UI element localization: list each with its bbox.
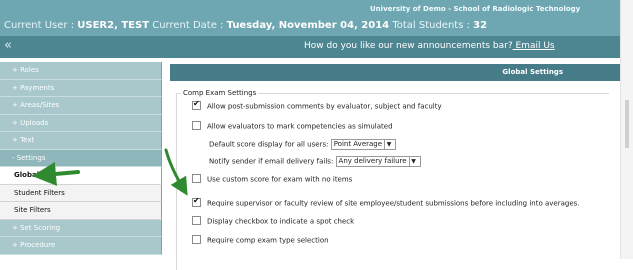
group-legend: Comp Exam Settings xyxy=(183,89,257,97)
sidebar-item-student-filters[interactable]: Student Filters xyxy=(0,184,162,202)
sidebar-item-procedure[interactable]: + Procedure xyxy=(0,237,162,255)
current-date-value: Tuesday, November 04, 2014 xyxy=(226,20,390,31)
email-us-link[interactable]: Email Us xyxy=(513,41,554,51)
default-score-value: Point Average xyxy=(333,140,383,148)
allow-simulated-checkbox[interactable] xyxy=(192,121,201,130)
default-score-select[interactable]: Point Average ▼ xyxy=(330,139,397,150)
chevron-down-icon: ▼ xyxy=(408,157,418,166)
global-settings-panel: Global Settings Comp Exam Settings Allow… xyxy=(170,64,620,270)
current-date-label: Current Date : xyxy=(149,20,227,31)
option-allow-simulated: Allow evaluators to mark competencies as… xyxy=(192,121,393,131)
default-score-label: Default score display for all users: xyxy=(209,140,329,149)
allow-post-submission-label: Allow post-submission comments by evalua… xyxy=(207,102,442,111)
school-name: University of Demo - School of Radiologi… xyxy=(370,5,581,13)
current-user-label: Current User : xyxy=(4,20,78,31)
announcement-text: How do you like our new announcements ba… xyxy=(304,41,555,51)
sidebar-item-global[interactable]: Global xyxy=(0,167,162,185)
spot-check-checkbox[interactable] xyxy=(192,216,201,225)
sidebar-item-payments[interactable]: + Payments xyxy=(0,79,162,97)
allow-post-submission-checkbox[interactable] xyxy=(192,99,201,110)
allow-simulated-label: Allow evaluators to mark competencies as… xyxy=(207,122,393,131)
require-review-label: Require supervisor or faculty review of … xyxy=(207,199,580,208)
option-require-review: Require supervisor or faculty review of … xyxy=(192,196,580,208)
collapse-chevron-icon[interactable]: « xyxy=(4,38,12,53)
notify-select[interactable]: Any delivery failure ▼ xyxy=(335,156,421,167)
sidebar-item-uploads[interactable]: + Uploads xyxy=(0,114,162,132)
sidebar-item-site-filters[interactable]: Site Filters xyxy=(0,202,162,220)
announcement-message: How do you like our new announcements ba… xyxy=(304,41,513,51)
announcements-bar: « How do you like our new announcements … xyxy=(0,36,620,58)
notify-value: Any delivery failure xyxy=(338,157,407,165)
top-header: University of Demo - School of Radiologi… xyxy=(0,0,620,36)
custom-score-label: Use custom score for exam with no items xyxy=(207,175,353,184)
header-info-line: Current User : USER2, TEST Current Date … xyxy=(4,20,487,31)
panel-title: Global Settings xyxy=(170,64,620,81)
sidebar-item-set-scoring[interactable]: + Set Scoring xyxy=(0,219,162,237)
require-review-checkbox[interactable] xyxy=(192,196,201,207)
sidebar-item-areas-sites[interactable]: + Areas/Sites xyxy=(0,97,162,115)
custom-score-checkbox[interactable] xyxy=(192,174,201,183)
require-type-label: Require comp exam type selection xyxy=(207,236,329,245)
sidebar-item-text[interactable]: + Text xyxy=(0,132,162,150)
spot-check-label: Display checkbox to indicate a spot chec… xyxy=(207,217,355,226)
require-type-checkbox[interactable] xyxy=(192,235,201,244)
current-user-value: USER2, TEST xyxy=(77,20,150,31)
sidebar-item-settings[interactable]: - Settings xyxy=(0,149,162,167)
sidebar: + Roles + Payments + Areas/Sites + Uploa… xyxy=(0,62,162,255)
option-require-type: Require comp exam type selection xyxy=(192,235,329,245)
sidebar-item-roles[interactable]: + Roles xyxy=(0,62,162,80)
scrollbar-thumb[interactable] xyxy=(625,100,629,148)
notify-label: Notify sender if email delivery fails: xyxy=(209,157,334,166)
option-spot-check: Display checkbox to indicate a spot chec… xyxy=(192,216,355,226)
total-students-value: 32 xyxy=(473,20,488,31)
option-allow-post-submission: Allow post-submission comments by evalua… xyxy=(192,99,442,111)
chevron-down-icon: ▼ xyxy=(384,140,393,149)
option-default-score: Default score display for all users: Poi… xyxy=(209,139,397,150)
option-notify-sender: Notify sender if email delivery fails: A… xyxy=(209,156,421,167)
vertical-scrollbar[interactable] xyxy=(620,0,633,259)
total-students-label: Total Students : xyxy=(389,20,474,31)
option-custom-score: Use custom score for exam with no items xyxy=(192,174,353,184)
